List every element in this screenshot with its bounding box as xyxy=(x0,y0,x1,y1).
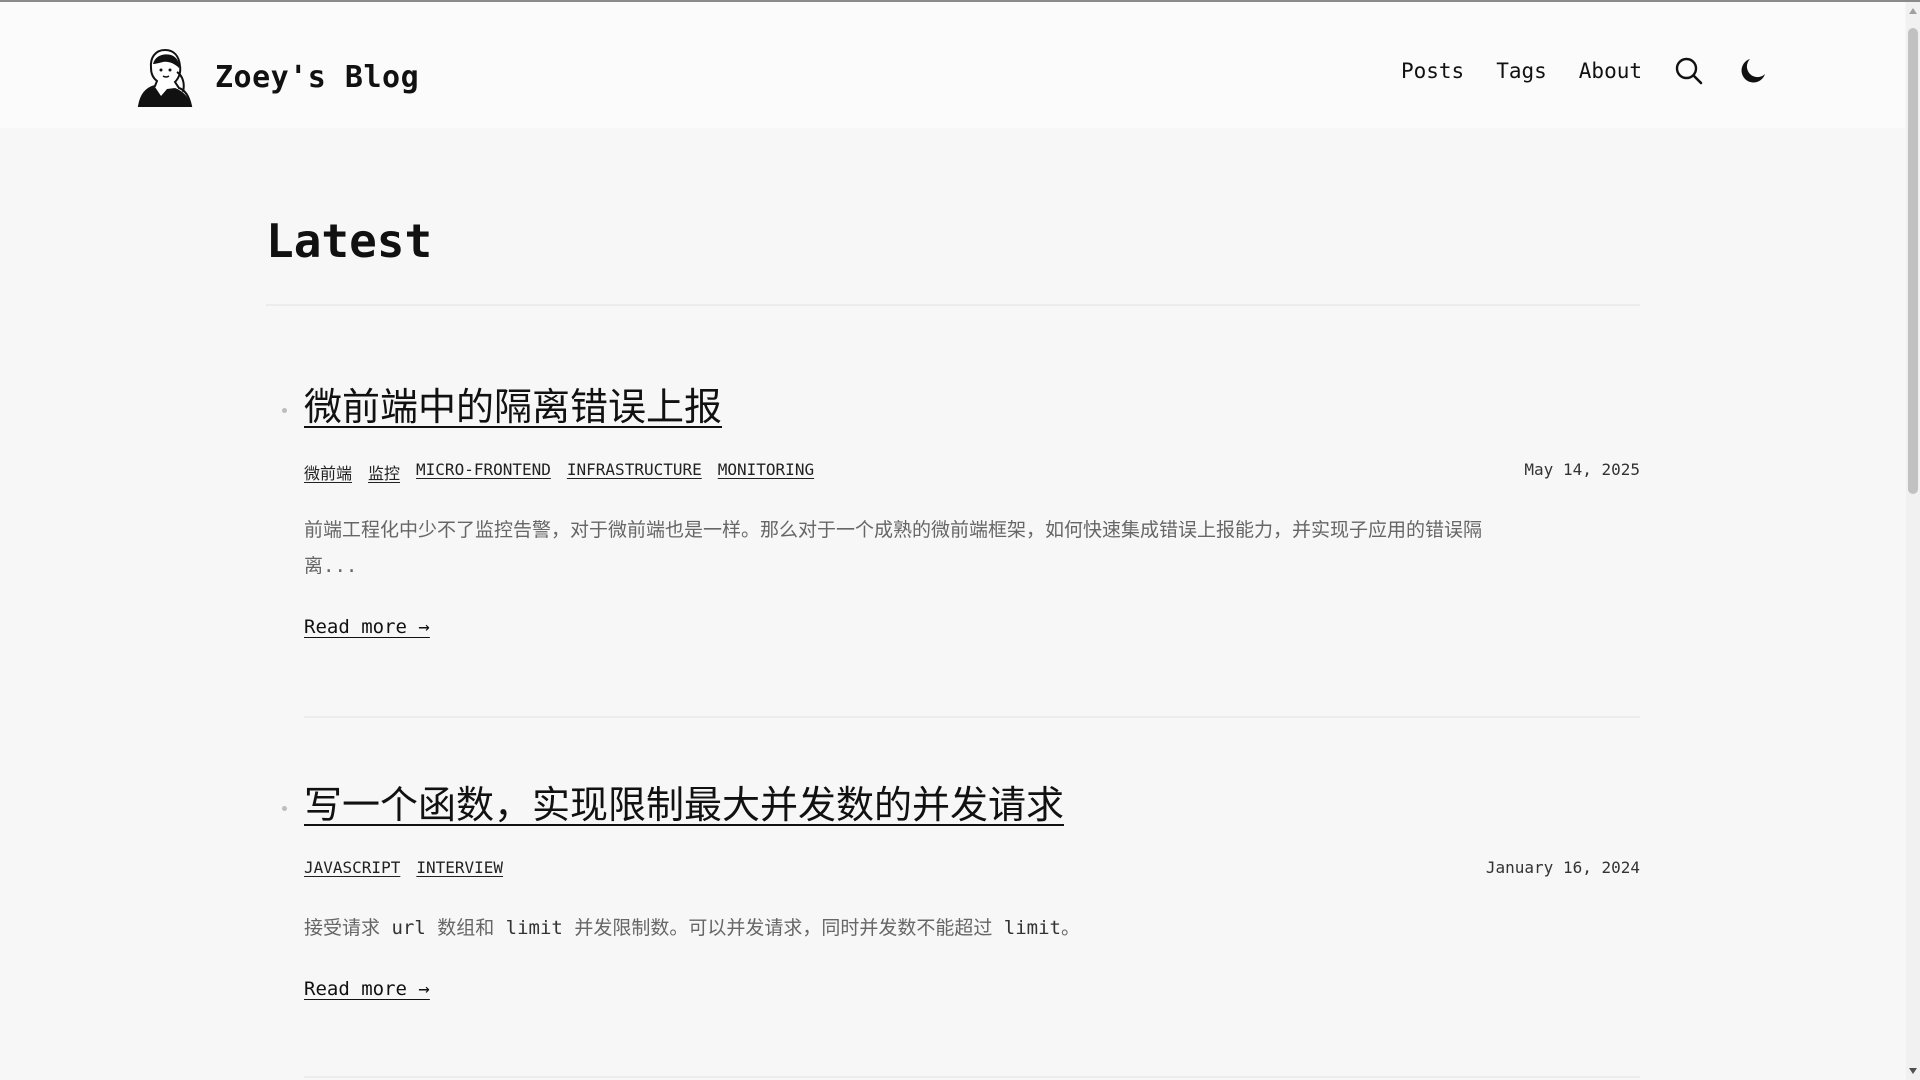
inline-code: limit xyxy=(1003,917,1061,939)
post-divider xyxy=(304,716,1640,718)
inline-code: limit xyxy=(505,917,563,939)
list-bullet xyxy=(282,408,287,413)
summary-text: 。 xyxy=(1060,917,1080,939)
read-more-link[interactable]: Read more → xyxy=(304,978,430,1000)
scroll-thumb[interactable] xyxy=(1908,28,1918,494)
tag-link[interactable]: 监控 xyxy=(368,460,400,484)
theme-toggle-button[interactable] xyxy=(1736,54,1770,88)
tag-link[interactable]: JAVASCRIPT xyxy=(304,858,400,877)
nav-item-posts[interactable]: Posts xyxy=(1401,59,1464,83)
site-logo-link[interactable]: Zoey's Blog xyxy=(133,46,419,108)
moon-icon xyxy=(1741,59,1765,83)
avatar-illustration-icon xyxy=(137,48,193,107)
post-divider xyxy=(304,1076,1640,1078)
summary-text: 前端工程化中少不了监控告警，对于微前端也是一样。那么对于一个成熟的微前端框架，如… xyxy=(304,519,1483,541)
vertical-scrollbar[interactable] xyxy=(1906,2,1920,1080)
summary-text: 并发限制数。可以并发请求，同时并发数不能超过 xyxy=(562,917,1004,939)
site-title: Zoey's Blog xyxy=(215,59,420,95)
tag-link[interactable]: 微前端 xyxy=(304,460,352,484)
tag-link[interactable]: INTERVIEW xyxy=(416,858,503,877)
post-date: May 14, 2025 xyxy=(1524,460,1640,479)
title-divider xyxy=(266,304,1640,306)
post-tags: 微前端 监控 MICRO-FRONTEND INFRASTRUCTURE MON… xyxy=(304,460,830,484)
nav-item-about[interactable]: About xyxy=(1579,59,1642,83)
search-icon xyxy=(1675,57,1703,85)
summary-text: 离... xyxy=(304,555,358,577)
post-date: January 16, 2024 xyxy=(1485,858,1640,877)
page-title: Latest xyxy=(266,214,433,268)
scroll-down-arrow-icon[interactable] xyxy=(1909,1068,1917,1074)
post-tags: JAVASCRIPT INTERVIEW xyxy=(304,858,519,877)
search-button[interactable] xyxy=(1672,54,1706,88)
list-bullet xyxy=(282,806,287,811)
post-summary: 接受请求 url 数组和 limit 并发限制数。可以并发请求，同时并发数不能超… xyxy=(304,910,1640,946)
post-title-link[interactable]: 微前端中的隔离错误上报 xyxy=(304,376,722,431)
tag-link[interactable]: INFRASTRUCTURE xyxy=(567,460,702,484)
post-title-link[interactable]: 写一个函数，实现限制最大并发数的并发请求 xyxy=(304,774,1064,829)
summary-text: 数组和 xyxy=(425,917,506,939)
summary-text: 接受请求 xyxy=(304,917,392,939)
read-more-link[interactable]: Read more → xyxy=(304,616,430,638)
nav-item-tags[interactable]: Tags xyxy=(1496,59,1547,83)
post-summary: 前端工程化中少不了监控告警，对于微前端也是一样。那么对于一个成熟的微前端框架，如… xyxy=(304,512,1640,584)
scroll-up-arrow-icon[interactable] xyxy=(1909,8,1917,14)
tag-link[interactable]: MONITORING xyxy=(718,460,814,484)
inline-code: url xyxy=(391,917,426,939)
site-header: Zoey's Blog Posts Tags About xyxy=(0,2,1905,128)
tag-link[interactable]: MICRO-FRONTEND xyxy=(416,460,551,484)
main-nav: Posts Tags About xyxy=(1401,54,1770,88)
